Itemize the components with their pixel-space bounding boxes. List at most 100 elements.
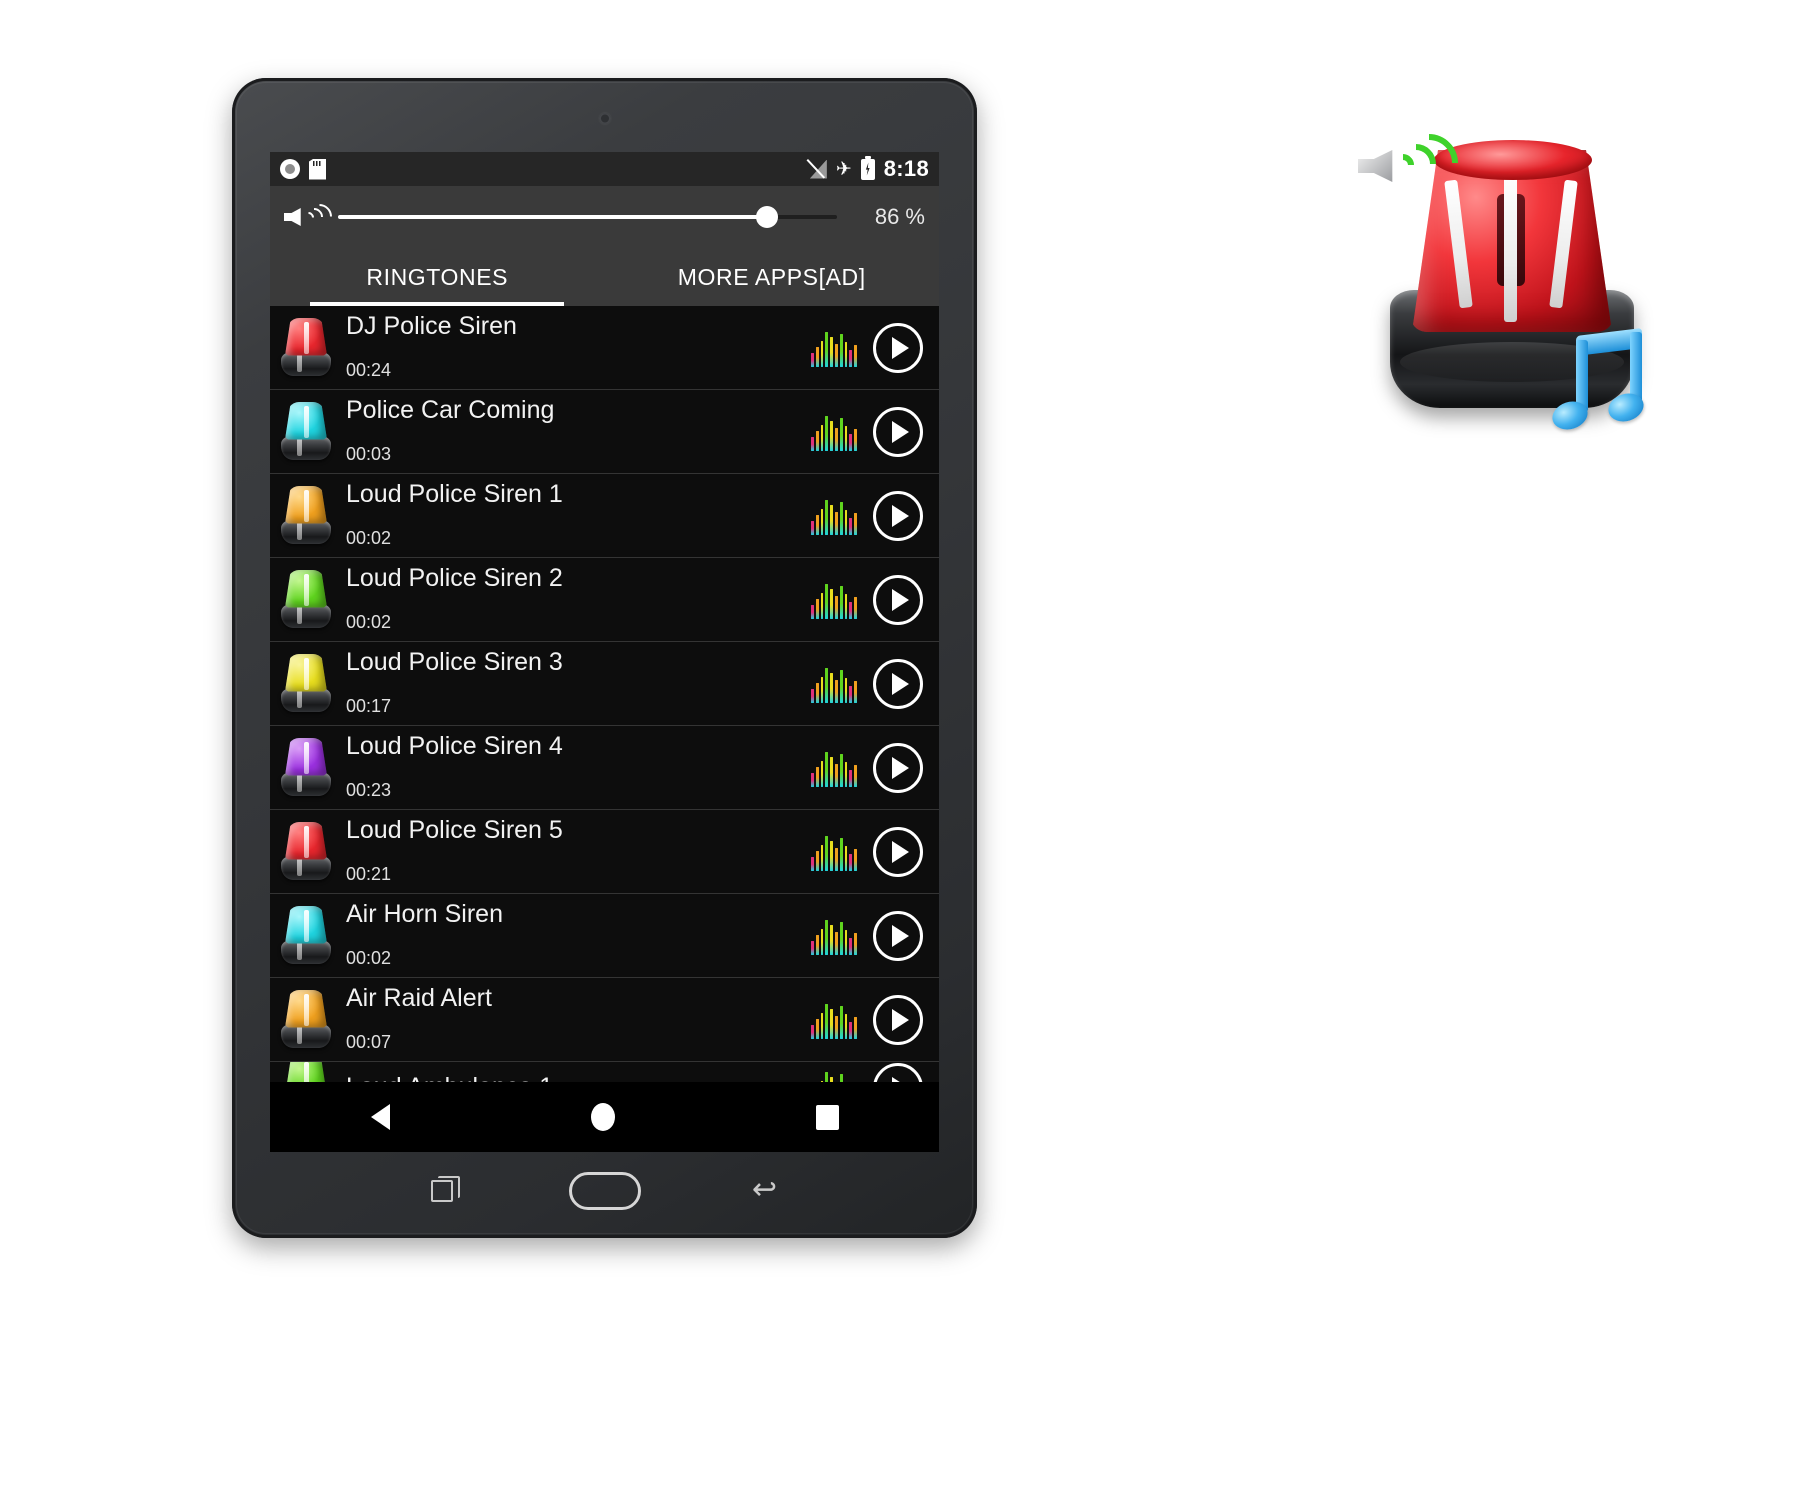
siren-beacon-icon [278, 652, 334, 716]
play-button[interactable] [873, 322, 923, 373]
ringtone-duration: 00:02 [346, 612, 392, 632]
ringtone-text: Police Car Coming 00:03 [338, 390, 811, 473]
no-signal-icon [810, 160, 827, 179]
tab-ringtones[interactable]: RINGTONES [270, 248, 605, 306]
equalizer-icon [811, 581, 857, 619]
siren-beacon-icon [278, 316, 334, 380]
ringtone-text: Loud Ambulance 1 [338, 1062, 811, 1082]
siren-beacon-icon [278, 736, 334, 800]
app-icon-speaker-icon [1354, 121, 1471, 205]
ringtone-duration: 00:02 [346, 948, 392, 968]
ringtone-row[interactable]: Loud Ambulance 1 [270, 1062, 939, 1082]
play-button[interactable] [873, 574, 923, 625]
ringtone-row[interactable]: Loud Police Siren 4 00:23 [270, 726, 939, 810]
nav-recents-button[interactable] [815, 1104, 839, 1130]
screen-record-icon [280, 159, 300, 179]
volume-slider[interactable] [338, 204, 837, 230]
ringtone-title: Loud Police Siren 1 [346, 480, 563, 508]
ringtone-title: Loud Police Siren 4 [346, 732, 563, 760]
play-icon [892, 1077, 909, 1082]
play-icon [892, 672, 909, 695]
ringtone-text: Loud Police Siren 4 00:23 [338, 726, 811, 809]
volume-slider-thumb[interactable] [756, 206, 779, 228]
play-icon [892, 504, 909, 527]
tab-bar: RINGTONES MORE APPS[AD] [270, 248, 939, 306]
ringtone-title: Loud Police Siren 5 [346, 816, 563, 844]
ringtone-title: Police Car Coming [346, 396, 555, 424]
hw-home-button[interactable] [568, 1172, 641, 1210]
siren-beacon-icon [278, 988, 334, 1052]
hw-back-button[interactable]: ↩ [750, 1175, 778, 1205]
tab-ringtones-label: RINGTONES [366, 263, 509, 290]
ringtone-title: Loud Police Siren 3 [346, 648, 563, 676]
play-button[interactable] [873, 994, 923, 1045]
ringtone-list[interactable]: DJ Police Siren 00:24 Police Car Coming … [270, 306, 939, 1082]
ringtone-duration: 00:23 [346, 780, 392, 800]
status-bar-left-icons [280, 158, 326, 180]
equalizer-icon [811, 497, 857, 535]
device-screen: ✈ 8:18 86 % RINGTONES MORE APPS[AD] DJ P… [270, 152, 939, 1152]
ringtone-row[interactable]: DJ Police Siren 00:24 [270, 306, 939, 390]
ringtone-text: Loud Police Siren 5 00:21 [338, 810, 811, 893]
ringtone-row[interactable]: Loud Police Siren 2 00:02 [270, 558, 939, 642]
device-top-bezel [232, 78, 977, 152]
app-icon-music-note-icon [1548, 327, 1662, 448]
app-icon-beacon-bar [1504, 174, 1517, 322]
volume-control-bar: 86 % [270, 186, 939, 248]
ringtone-title: Loud Ambulance 1 [346, 1074, 811, 1082]
ringtone-row[interactable]: Police Car Coming 00:03 [270, 390, 939, 474]
volume-slider-fill [338, 215, 768, 219]
siren-beacon-icon [278, 484, 334, 548]
ringtone-title: Air Raid Alert [346, 984, 492, 1012]
ringtone-row[interactable]: Air Horn Siren 00:02 [270, 894, 939, 978]
screenshot-root: ✈ 8:18 86 % RINGTONES MORE APPS[AD] DJ P… [0, 0, 1800, 1500]
sd-card-icon [309, 158, 326, 180]
volume-percent-label: 86 % [874, 204, 925, 229]
equalizer-icon [811, 1001, 857, 1039]
ringtone-row[interactable]: Loud Police Siren 5 00:21 [270, 810, 939, 894]
ringtone-row[interactable]: Air Raid Alert 00:07 [270, 978, 939, 1062]
play-button[interactable] [873, 406, 923, 457]
equalizer-icon [811, 329, 857, 367]
equalizer-icon [811, 413, 857, 451]
siren-beacon-icon [278, 904, 334, 968]
volume-up-icon[interactable] [284, 198, 338, 235]
status-bar-right-icons: ✈ 8:18 [810, 156, 929, 182]
nav-back-button[interactable] [370, 1104, 390, 1130]
nav-home-button[interactable] [590, 1103, 615, 1131]
play-icon [892, 588, 909, 611]
android-status-bar: ✈ 8:18 [270, 152, 939, 186]
ringtone-title: Air Horn Siren [346, 900, 503, 928]
siren-beacon-icon [278, 1062, 334, 1082]
ringtone-text: DJ Police Siren 00:24 [338, 306, 811, 389]
play-button[interactable] [873, 658, 923, 709]
tab-more-apps[interactable]: MORE APPS[AD] [605, 248, 940, 306]
tablet-device: ✈ 8:18 86 % RINGTONES MORE APPS[AD] DJ P… [232, 78, 977, 1238]
play-icon [892, 840, 909, 863]
play-button[interactable] [873, 490, 923, 541]
airplane-mode-icon: ✈ [835, 158, 852, 180]
play-button[interactable] [873, 742, 923, 793]
tab-more-apps-label: MORE APPS[AD] [677, 263, 866, 290]
play-icon [892, 756, 909, 779]
hw-recents-button[interactable] [430, 1176, 460, 1202]
play-button[interactable] [873, 1063, 923, 1082]
equalizer-icon [811, 665, 857, 703]
android-nav-bar [270, 1082, 939, 1152]
ringtone-duration: 00:21 [346, 864, 392, 884]
siren-beacon-icon [278, 568, 334, 632]
equalizer-icon [811, 833, 857, 871]
ringtone-duration: 00:02 [346, 528, 392, 548]
play-button[interactable] [873, 826, 923, 877]
equalizer-icon [811, 749, 857, 787]
play-button[interactable] [873, 910, 923, 961]
battery-charging-icon [860, 158, 875, 180]
play-icon [892, 924, 909, 947]
ringtone-row[interactable]: Loud Police Siren 3 00:17 [270, 642, 939, 726]
siren-beacon-icon [278, 400, 334, 464]
status-bar-clock: 8:18 [883, 156, 929, 181]
ringtone-title: Loud Police Siren 2 [346, 564, 563, 592]
ringtone-row[interactable]: Loud Police Siren 1 00:02 [270, 474, 939, 558]
hardware-button-bar: ↩ [270, 1152, 939, 1230]
police-siren-app-icon [1352, 121, 1672, 452]
